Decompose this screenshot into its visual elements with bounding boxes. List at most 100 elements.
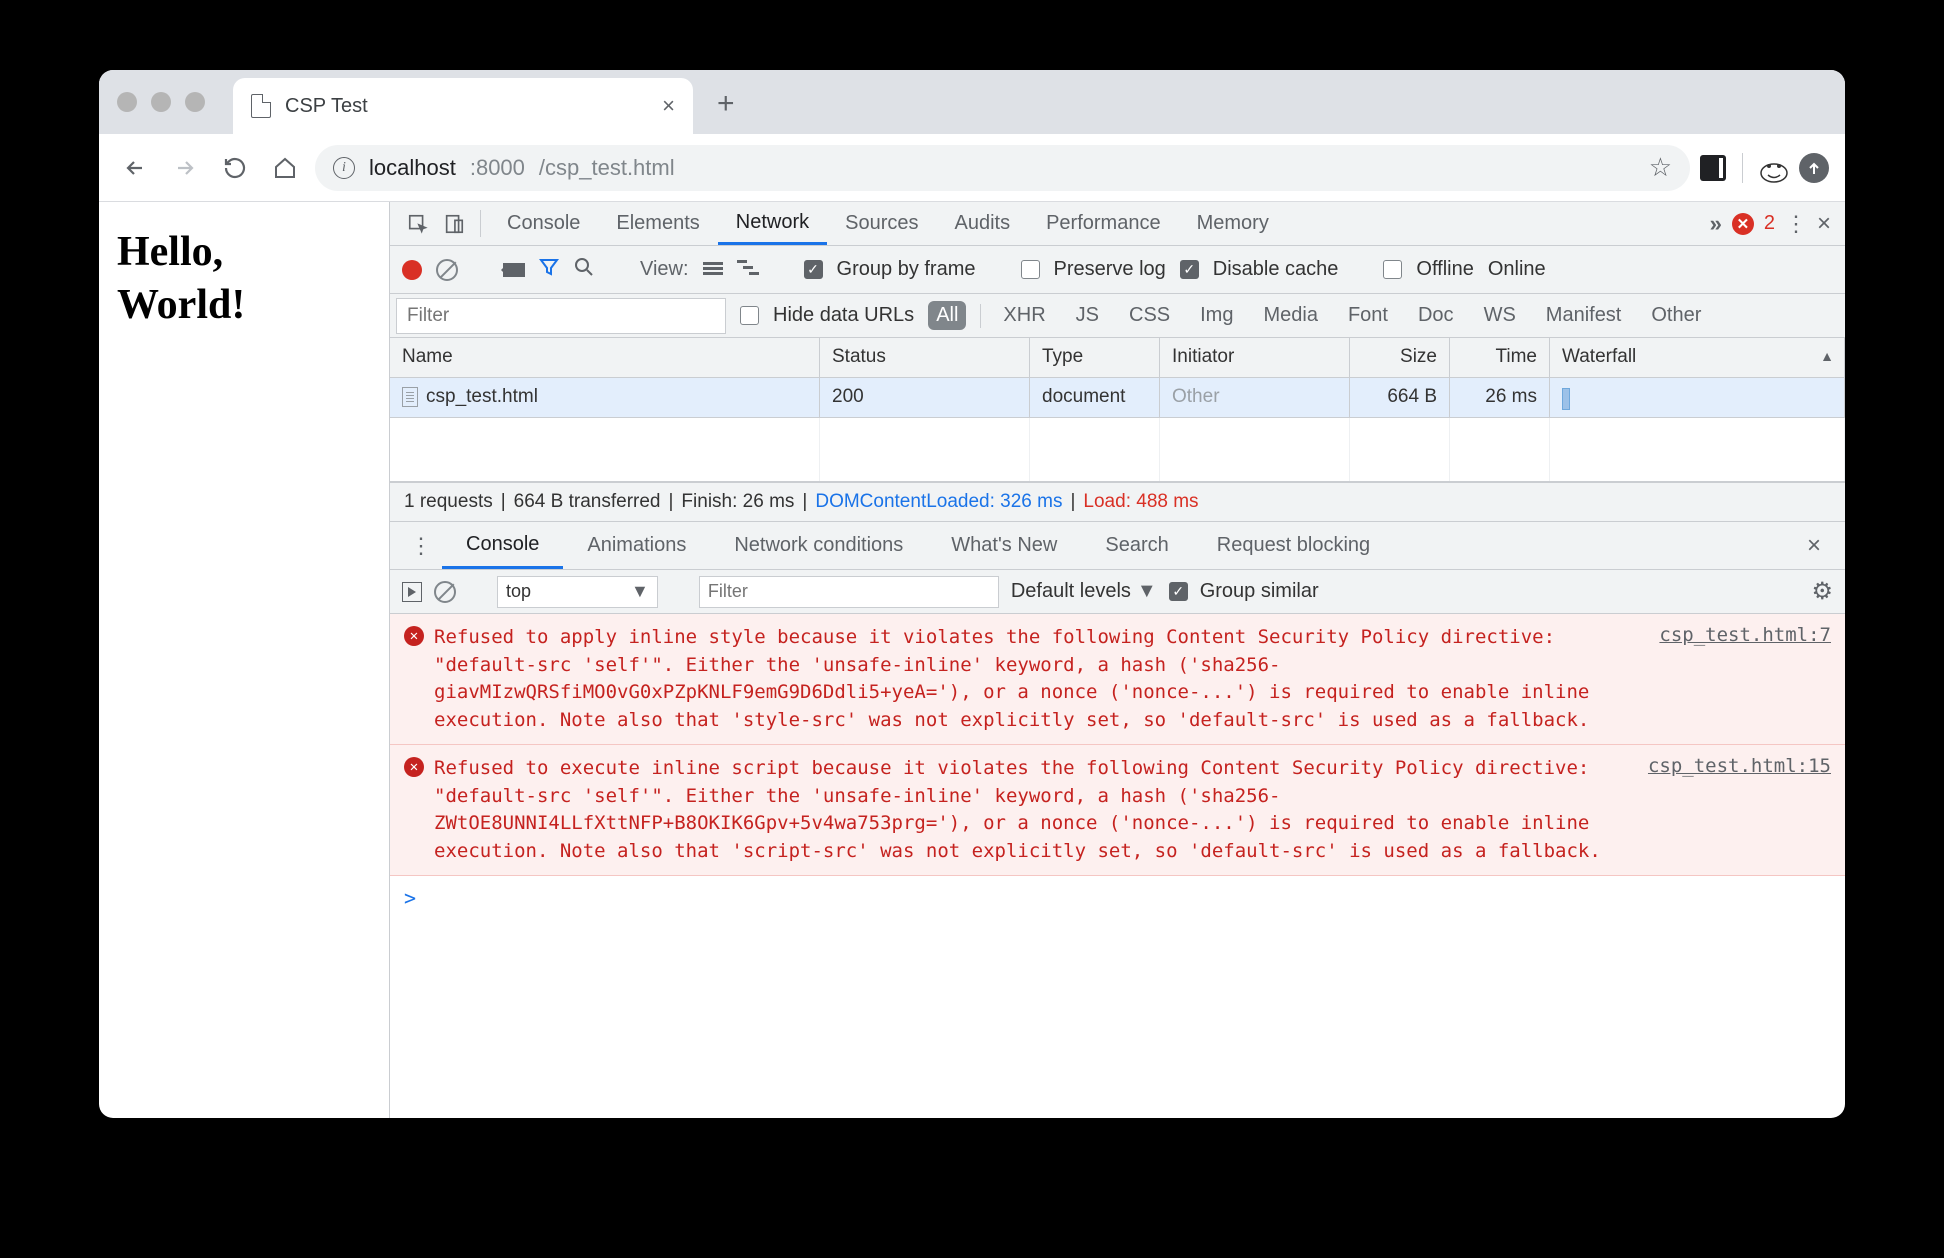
profile-avatar[interactable]	[1759, 153, 1789, 183]
col-time[interactable]: Time	[1450, 338, 1550, 377]
filter-icon[interactable]	[539, 257, 559, 283]
filter-chip-css[interactable]: CSS	[1121, 301, 1178, 330]
filter-chip-ws[interactable]: WS	[1476, 301, 1524, 330]
console-sidebar-icon[interactable]	[402, 582, 422, 602]
network-status-bar: 1 requests | 664 B transferred | Finish:…	[390, 482, 1845, 522]
url-port: :8000	[470, 155, 525, 181]
error-badge-icon[interactable]: ✕	[1732, 213, 1754, 235]
close-devtools-button[interactable]: ×	[1817, 210, 1831, 238]
back-button[interactable]	[115, 148, 155, 188]
tabs-overflow-icon[interactable]: »	[1710, 211, 1722, 237]
close-window-button[interactable]	[117, 92, 137, 112]
omnibox[interactable]: i localhost:8000/csp_test.html ☆	[315, 145, 1690, 191]
home-button[interactable]	[265, 148, 305, 188]
col-initiator[interactable]: Initiator	[1160, 338, 1350, 377]
url-host: localhost	[369, 155, 456, 181]
clear-button[interactable]	[436, 259, 458, 281]
device-mode-icon[interactable]	[436, 202, 472, 245]
settings-gear-icon[interactable]: ⚙	[1811, 577, 1833, 606]
forward-button[interactable]	[165, 148, 205, 188]
drawer-tab-network-conditions[interactable]: Network conditions	[710, 522, 927, 569]
col-waterfall[interactable]: Waterfall ▲	[1550, 338, 1845, 377]
search-icon[interactable]	[573, 256, 595, 284]
update-button[interactable]	[1799, 153, 1829, 183]
inspect-element-icon[interactable]	[400, 202, 436, 245]
status-dcl: DOMContentLoaded: 326 ms	[815, 491, 1062, 513]
col-name[interactable]: Name	[390, 338, 820, 377]
network-toolbar: View: Group by frame Preserve log Disabl…	[390, 246, 1845, 294]
bookmark-icon[interactable]: ☆	[1649, 152, 1672, 183]
hide-data-urls-label: Hide data URLs	[773, 304, 914, 327]
filter-chip-doc[interactable]: Doc	[1410, 301, 1462, 330]
minimize-window-button[interactable]	[151, 92, 171, 112]
record-button[interactable]	[402, 260, 422, 280]
console-filter-input[interactable]	[699, 576, 999, 608]
rendered-page: Hello, World!	[99, 202, 389, 1118]
group-by-frame-checkbox[interactable]	[804, 260, 823, 279]
screenshot-icon[interactable]	[503, 263, 525, 277]
drawer-menu-icon[interactable]: ⋮	[400, 522, 442, 569]
view-label: View:	[640, 258, 689, 281]
error-icon: ✕	[404, 626, 424, 646]
filter-chip-font[interactable]: Font	[1340, 301, 1396, 330]
devtools-menu-icon[interactable]: ⋮	[1785, 211, 1807, 237]
filter-chip-other[interactable]: Other	[1643, 301, 1709, 330]
close-drawer-button[interactable]: ×	[1793, 522, 1835, 569]
maximize-window-button[interactable]	[185, 92, 205, 112]
new-tab-button[interactable]: +	[717, 87, 735, 121]
console-prompt[interactable]: >	[390, 876, 1845, 920]
row-time: 26 ms	[1450, 378, 1550, 417]
filter-chip-manifest[interactable]: Manifest	[1538, 301, 1630, 330]
tab-memory[interactable]: Memory	[1179, 202, 1287, 245]
row-initiator: Other	[1160, 378, 1350, 417]
error-source-link[interactable]: csp_test.html:15	[1632, 755, 1831, 865]
online-label[interactable]: Online	[1488, 258, 1546, 281]
offline-checkbox[interactable]	[1383, 260, 1402, 279]
content-area: Hello, World! Console Elements Network S…	[99, 202, 1845, 1118]
separator	[480, 210, 481, 237]
filter-chip-js[interactable]: JS	[1068, 301, 1107, 330]
context-select[interactable]: top ▼	[497, 576, 658, 608]
tab-performance[interactable]: Performance	[1028, 202, 1179, 245]
separator	[1742, 153, 1743, 183]
col-size[interactable]: Size	[1350, 338, 1450, 377]
network-table-body: csp_test.html 200 document Other 664 B 2…	[390, 378, 1845, 482]
tab-network[interactable]: Network	[718, 202, 827, 245]
large-rows-icon[interactable]	[703, 262, 723, 278]
empty-grid	[390, 418, 1845, 481]
console-error-message[interactable]: ✕ Refused to execute inline script becau…	[390, 745, 1845, 876]
console-error-message[interactable]: ✕ Refused to apply inline style because …	[390, 614, 1845, 745]
drawer-tab-request-blocking[interactable]: Request blocking	[1193, 522, 1394, 569]
filter-input[interactable]	[396, 298, 726, 334]
browser-tab[interactable]: CSP Test ×	[233, 78, 693, 134]
drawer-tab-console[interactable]: Console	[442, 522, 563, 569]
hide-data-urls-checkbox[interactable]	[740, 306, 759, 325]
extension-icon[interactable]	[1700, 155, 1726, 181]
disable-cache-checkbox[interactable]	[1180, 260, 1199, 279]
col-status[interactable]: Status	[820, 338, 1030, 377]
clear-console-button[interactable]	[434, 581, 456, 603]
preserve-log-checkbox[interactable]	[1021, 260, 1040, 279]
error-source-link[interactable]: csp_test.html:7	[1643, 624, 1831, 734]
drawer-tab-whats-new[interactable]: What's New	[927, 522, 1081, 569]
tab-sources[interactable]: Sources	[827, 202, 936, 245]
error-count[interactable]: 2	[1764, 212, 1775, 235]
filter-chip-media[interactable]: Media	[1255, 301, 1325, 330]
reload-button[interactable]	[215, 148, 255, 188]
tab-audits[interactable]: Audits	[937, 202, 1029, 245]
separator	[980, 304, 981, 328]
filter-chip-all[interactable]: All	[928, 301, 966, 330]
tab-elements[interactable]: Elements	[598, 202, 717, 245]
col-type[interactable]: Type	[1030, 338, 1160, 377]
filter-chip-img[interactable]: Img	[1192, 301, 1241, 330]
drawer-tab-search[interactable]: Search	[1081, 522, 1192, 569]
close-tab-button[interactable]: ×	[662, 93, 675, 119]
log-levels-select[interactable]: Default levels ▼	[1011, 580, 1157, 603]
tab-console[interactable]: Console	[489, 202, 598, 245]
filter-chip-xhr[interactable]: XHR	[995, 301, 1053, 330]
drawer-tab-animations[interactable]: Animations	[563, 522, 710, 569]
waterfall-view-icon[interactable]	[737, 258, 759, 282]
group-similar-checkbox[interactable]	[1169, 582, 1188, 601]
site-info-icon[interactable]: i	[333, 157, 355, 179]
table-row[interactable]: csp_test.html 200 document Other 664 B 2…	[390, 378, 1845, 418]
